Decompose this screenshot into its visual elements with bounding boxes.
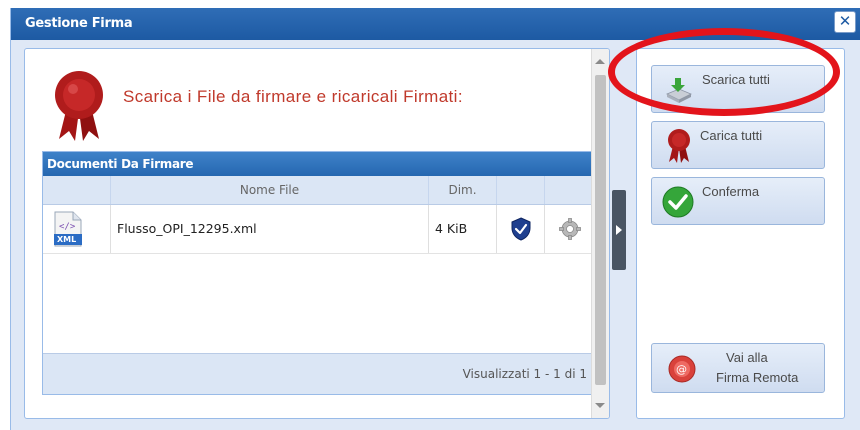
check-circle-icon [662,186,694,218]
upload-all-label: Carica tutti [700,128,763,143]
upload-all-button[interactable]: Carica tutti [651,121,825,169]
vertical-scrollbar[interactable] [591,49,609,418]
gear-icon[interactable] [559,218,581,240]
scroll-down-icon[interactable] [595,403,605,408]
column-header-action-2 [545,176,595,204]
remote-sign-button[interactable]: @ Vai alla Firma Remota [651,343,825,393]
file-type-cell: </> XML [43,205,111,253]
svg-text:@: @ [676,363,687,376]
confirm-button[interactable]: Conferma [651,177,825,225]
file-type-label: XML [57,235,77,244]
grid-header-row: Nome File Dim. [43,176,595,205]
remote-sign-label-line1: Vai alla [726,350,768,365]
documents-grid: Documenti Da Firmare Nome File Dim. </> … [42,151,596,395]
red-seal-icon [668,129,690,163]
dialog-titlebar: Gestione Firma [11,8,860,40]
column-header-icon [43,176,111,204]
file-name-cell: Flusso_OPI_12295.xml [111,205,429,253]
table-row[interactable]: </> XML Flusso_OPI_12295.xml 4 KiB [43,205,595,254]
panel-collapse-handle[interactable] [612,190,626,270]
column-header-action-1 [497,176,545,204]
download-icon [666,78,692,103]
options-action-cell [545,205,595,253]
chevron-right-icon [616,225,622,235]
remote-seal-icon: @ [668,355,696,383]
dialog-title: Gestione Firma [25,16,133,31]
svg-text:</>: </> [59,222,76,232]
file-size-cell: 4 KiB [429,205,497,253]
header-instruction: Scarica i File da firmare e ricaricali F… [123,87,463,106]
file-size: 4 KiB [435,221,468,236]
scroll-up-icon[interactable] [595,59,605,64]
verify-action-cell [497,205,545,253]
column-header-name[interactable]: Nome File [111,176,429,204]
red-seal-icon [55,71,103,141]
close-button[interactable]: ✕ [834,11,856,33]
download-all-label: Scarica tutti [702,72,770,87]
paging-info: Visualizzati 1 - 1 di 1 [462,367,587,381]
file-name: Flusso_OPI_12295.xml [117,221,257,236]
documents-panel: Scarica i File da firmare e ricaricali F… [24,48,610,419]
download-all-button[interactable]: Scarica tutti [651,65,825,113]
grid-paging-bar: Visualizzati 1 - 1 di 1 [43,353,595,394]
shield-icon[interactable] [511,217,531,241]
scroll-thumb[interactable] [595,75,606,385]
column-header-size[interactable]: Dim. [429,176,497,204]
actions-panel: Scarica tutti Carica tutti Conferma @ Va… [636,48,845,419]
confirm-label: Conferma [702,184,760,199]
remote-sign-label-line2: Firma Remota [716,370,799,385]
grid-title: Documenti Da Firmare [43,152,595,176]
